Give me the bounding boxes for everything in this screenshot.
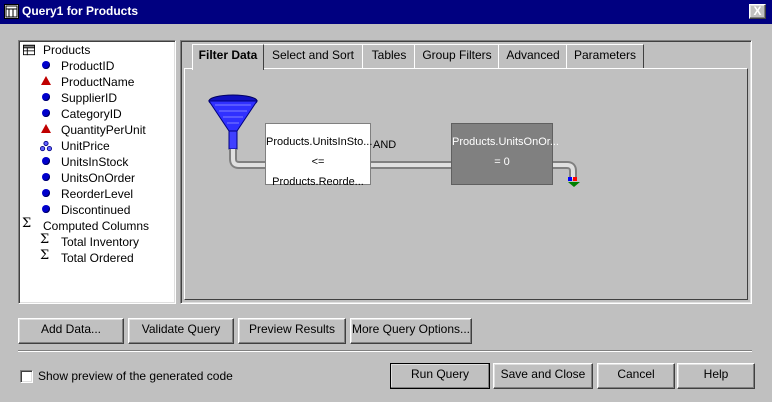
show-preview-label[interactable]: Show preview of the generated code	[38, 369, 233, 383]
more-query-options-button[interactable]: More Query Options...	[350, 318, 472, 344]
tree-label: UnitPrice	[61, 139, 110, 153]
separator	[18, 350, 752, 352]
validate-query-button[interactable]: Validate Query	[128, 318, 234, 344]
show-preview-checkbox[interactable]	[20, 370, 33, 383]
add-data-button[interactable]: Add Data...	[18, 318, 124, 344]
tab-parameters[interactable]: Parameters	[566, 44, 644, 68]
tab-filter-data[interactable]: Filter Data	[192, 44, 264, 70]
tree-label: UnitsInStock	[61, 155, 129, 169]
filter-canvas[interactable]: Products.UnitsInSto... <= Products.Reord…	[184, 68, 748, 300]
sigma-icon: Σ	[40, 248, 50, 263]
sigma-icon: Σ	[22, 216, 32, 231]
tree-label: Computed Columns	[43, 219, 150, 233]
tab-select-and-sort[interactable]: Select and Sort	[262, 44, 364, 68]
text-field-icon	[41, 124, 51, 133]
tab-group-filters[interactable]: Group Filters	[414, 44, 500, 68]
numeric-field-icon	[42, 61, 50, 69]
tree-label: CategoryID	[61, 107, 122, 121]
filter-condition-expression: = 0	[494, 156, 510, 168]
numeric-field-icon	[42, 189, 50, 197]
cancel-button[interactable]: Cancel	[597, 363, 675, 389]
text-field-icon	[41, 76, 51, 85]
tab-advanced[interactable]: Advanced	[498, 44, 568, 68]
tree-label: Products	[43, 43, 91, 57]
tree-label: ProductID	[61, 59, 115, 73]
window-title: Query1 for Products	[22, 4, 139, 18]
numeric-field-icon	[42, 93, 50, 101]
run-query-button[interactable]: Run Query	[390, 363, 490, 389]
title-bar[interactable]: Query1 for Products X	[0, 0, 772, 24]
numeric-field-icon	[42, 157, 50, 165]
table-icon	[23, 44, 35, 56]
funnel-icon	[208, 94, 258, 150]
filter-condition-field: Products.UnitsInSto...	[266, 136, 373, 148]
output-icon	[568, 177, 580, 187]
filter-condition-field: Products.UnitsOnOr...	[452, 136, 559, 148]
tab-tables[interactable]: Tables	[362, 44, 416, 68]
tree-label: Total Ordered	[61, 251, 134, 265]
numeric-field-icon	[42, 173, 50, 181]
filter-condition-box-selected[interactable]: Products.UnitsOnOr... = 0	[451, 123, 559, 185]
numeric-field-icon	[42, 109, 50, 117]
filter-condition-box[interactable]: Products.UnitsInSto... <= Products.Reord…	[265, 123, 373, 188]
save-and-close-button[interactable]: Save and Close	[493, 363, 593, 389]
help-button[interactable]: Help	[677, 363, 755, 389]
preview-results-button[interactable]: Preview Results	[238, 318, 346, 344]
numeric-field-icon	[42, 205, 50, 213]
tree-label: ProductName	[61, 75, 135, 89]
tree-label: UnitsOnOrder	[61, 171, 136, 185]
tree-label: QuantityPerUnit	[61, 123, 146, 137]
tree-label: SupplierID	[61, 91, 118, 105]
field-tree[interactable]: Products ProductID ProductName SupplierI…	[18, 40, 176, 304]
sigma-icon: Σ	[40, 232, 50, 247]
close-button[interactable]: X	[749, 4, 766, 19]
query-window-icon	[4, 4, 19, 19]
tree-label: ReorderLevel	[61, 187, 134, 201]
tree-label: Total Inventory	[61, 235, 140, 249]
filter-condition-expression: <= Products.Reorde...	[272, 156, 364, 188]
and-connector-label: AND	[373, 139, 397, 151]
currency-field-icon	[40, 140, 52, 152]
tree-label: Discontinued	[61, 203, 131, 217]
